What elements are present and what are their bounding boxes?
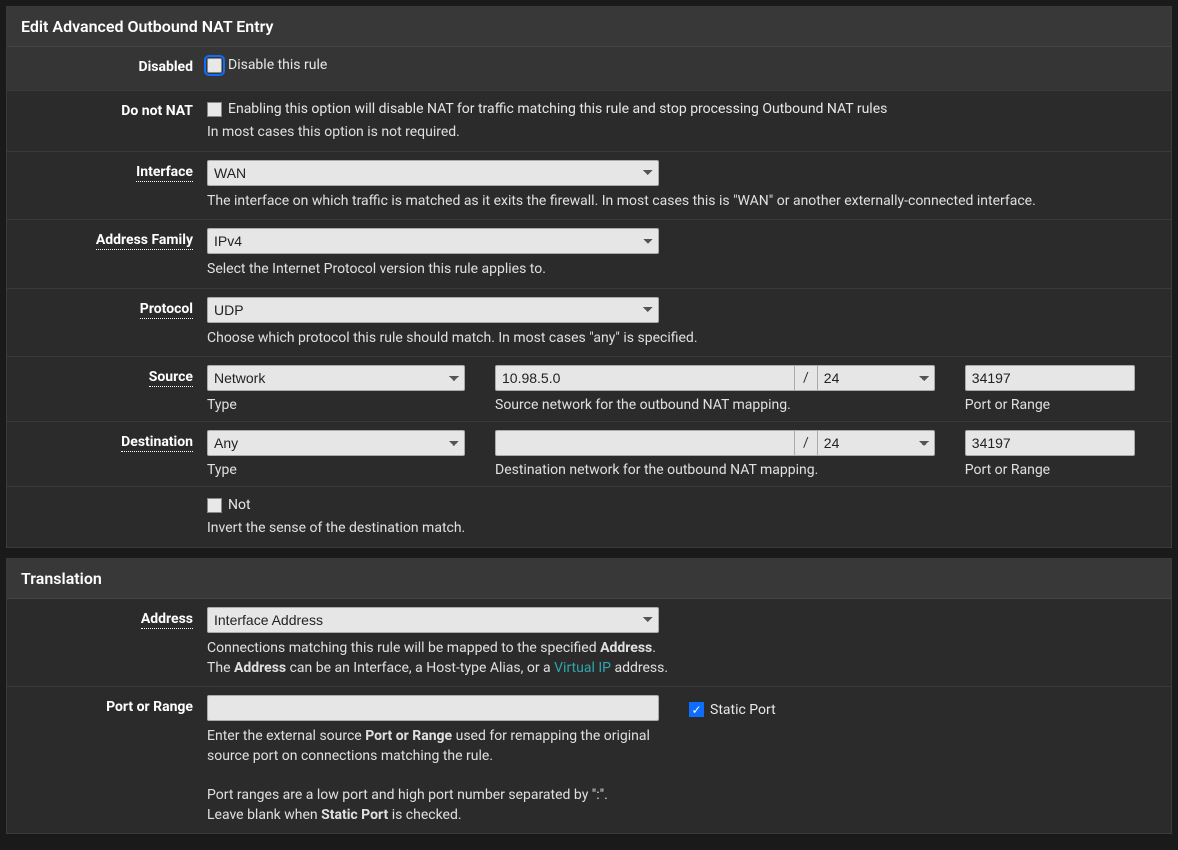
translation-port-input[interactable]: [207, 695, 659, 721]
dest-network-input[interactable]: [495, 430, 795, 456]
static-port-text: Static Port: [710, 702, 776, 718]
row-protocol: Protocol UDP Choose which protocol this …: [7, 289, 1171, 358]
row-addrfamily: Address Family IPv4 Select the Internet …: [7, 220, 1171, 289]
protocol-select[interactable]: UDP: [207, 297, 659, 323]
source-port-sub: Port or Range: [965, 397, 1135, 413]
disabled-checkbox[interactable]: [207, 58, 222, 73]
interface-select[interactable]: WAN: [207, 160, 659, 186]
dest-type-sub: Type: [207, 462, 465, 478]
protocol-help: Choose which protocol this rule should m…: [207, 329, 1157, 349]
row-donotnat: Do not NAT Enabling this option will dis…: [7, 91, 1171, 152]
port-help: Enter the external source Port or Range …: [207, 727, 677, 825]
label-addrfamily: Address Family: [7, 228, 207, 248]
edit-nat-panel: Edit Advanced Outbound NAT Entry Disable…: [6, 6, 1172, 548]
source-type-select[interactable]: Network: [207, 365, 465, 391]
label-source: Source: [7, 365, 207, 385]
dest-mask-select[interactable]: 24: [817, 430, 935, 456]
row-port: Port or Range ✓ Static Port Enter the ex…: [7, 687, 1171, 833]
source-port-input[interactable]: [965, 365, 1135, 391]
disabled-text: Disable this rule: [228, 57, 327, 73]
addrfamily-select[interactable]: IPv4: [207, 228, 659, 254]
source-net-sub: Source network for the outbound NAT mapp…: [495, 397, 935, 413]
dest-type-select[interactable]: Any: [207, 430, 465, 456]
row-destination: Destination Any Type / 24 Destination ne…: [7, 422, 1171, 487]
dest-net-sub: Destination network for the outbound NAT…: [495, 462, 935, 478]
source-network-input[interactable]: [495, 365, 795, 391]
panel-title-translation: Translation: [7, 559, 1171, 599]
label-empty: [7, 495, 207, 499]
dest-port-sub: Port or Range: [965, 462, 1135, 478]
donotnat-help: In most cases this option is not require…: [207, 123, 1157, 143]
donotnat-checkbox[interactable]: [207, 102, 222, 117]
label-protocol: Protocol: [7, 297, 207, 317]
translation-panel: Translation Address Interface Address Co…: [6, 558, 1172, 834]
label-donotnat: Do not NAT: [7, 99, 207, 119]
row-disabled: Disabled Disable this rule: [7, 47, 1171, 91]
virtual-ip-link[interactable]: Virtual IP: [554, 660, 611, 676]
label-disabled: Disabled: [7, 55, 207, 75]
not-checkbox[interactable]: [207, 498, 222, 513]
panel-title: Edit Advanced Outbound NAT Entry: [7, 7, 1171, 47]
interface-help: The interface on which traffic is matche…: [207, 192, 1157, 212]
donotnat-text: Enabling this option will disable NAT fo…: [228, 101, 887, 117]
label-port: Port or Range: [7, 695, 207, 715]
address-select[interactable]: Interface Address: [207, 607, 659, 633]
row-address: Address Interface Address Connections ma…: [7, 599, 1171, 687]
not-help: Invert the sense of the destination matc…: [207, 519, 1157, 539]
source-mask-select[interactable]: 24: [817, 365, 935, 391]
label-destination: Destination: [7, 430, 207, 450]
address-help: Connections matching this rule will be m…: [207, 639, 1157, 678]
row-interface: Interface WAN The interface on which tra…: [7, 152, 1171, 221]
label-interface: Interface: [7, 160, 207, 180]
row-source: Source Network Type / 24 Source network …: [7, 357, 1171, 422]
source-type-sub: Type: [207, 397, 465, 413]
static-port-checkbox[interactable]: ✓: [689, 702, 704, 717]
not-text: Not: [228, 497, 251, 513]
slash-separator: /: [795, 430, 817, 456]
slash-separator: /: [795, 365, 817, 391]
dest-port-input[interactable]: [965, 430, 1135, 456]
label-address: Address: [7, 607, 207, 627]
addrfamily-help: Select the Internet Protocol version thi…: [207, 260, 1157, 280]
row-not: Not Invert the sense of the destination …: [7, 487, 1171, 547]
